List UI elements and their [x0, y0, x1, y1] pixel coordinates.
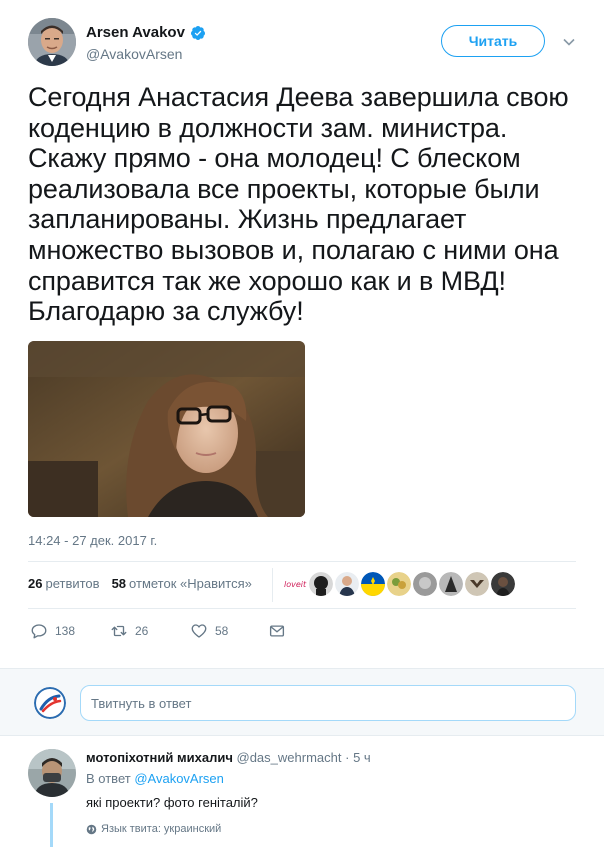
tweet-stats: 26 ретвитов 58 отметок «Нравится» — [28, 576, 252, 591]
reply-input[interactable] — [80, 685, 576, 721]
tweet-text-line: справится так же хорошо как и в МВД! — [28, 265, 506, 296]
liker-avatar[interactable] — [309, 572, 333, 596]
liker-avatar[interactable] — [361, 572, 385, 596]
tweet-text-line: запланированы. Жизнь предлагает — [28, 204, 467, 235]
stats-separator — [272, 568, 273, 602]
retweet-icon — [111, 625, 127, 637]
reply-count: 138 — [55, 624, 76, 638]
follow-button[interactable]: Читать — [441, 25, 545, 57]
liker-avatar[interactable] — [413, 572, 437, 596]
liker-avatars: loveit — [283, 572, 515, 596]
globe-icon — [86, 824, 97, 834]
tweet-text-line: реализовала все проекты, которые были — [28, 173, 540, 204]
author-avatar[interactable] — [28, 18, 76, 66]
tweet-language: Язык твита: украинский — [86, 823, 221, 835]
direct-message-button[interactable] — [268, 622, 286, 640]
tweet-language-label: Язык твита: украинский — [101, 823, 222, 835]
divider — [28, 608, 576, 609]
divider — [28, 561, 576, 562]
in-reply-prefix: В ответ — [86, 771, 131, 786]
comment-time[interactable]: 5 ч — [353, 750, 371, 765]
like-button[interactable]: 58 — [190, 622, 268, 640]
in-reply-mention[interactable]: @AvakovArsen — [134, 771, 224, 786]
likes-stat[interactable]: 58 отметок «Нравится» — [112, 576, 252, 591]
heart-icon — [191, 624, 207, 638]
commenter-handle[interactable]: @das_wehrmacht — [237, 750, 342, 765]
tweet-text-line: Сегодня Анастасия Деева завершила свою — [28, 82, 569, 112]
retweet-count: 26 — [135, 624, 149, 638]
tweet-actions: 138 26 58 — [30, 622, 286, 640]
reply-icon — [31, 624, 47, 639]
tweet-text-line: коденцию в должности зам. министра. — [28, 112, 508, 143]
liker-avatar[interactable] — [491, 572, 515, 596]
svg-text:loveit: loveit — [284, 580, 307, 589]
in-reply-to: В ответ @AvakovArsen — [86, 771, 224, 786]
author-name[interactable]: Arsen Avakov — [86, 24, 185, 41]
liker-avatar[interactable] — [335, 572, 359, 596]
reply-tweet[interactable]: мотопіхотний михалич @das_wehrmacht · 5 … — [0, 737, 604, 847]
dot-separator: · — [345, 750, 350, 765]
liker-avatar[interactable] — [465, 572, 489, 596]
liker-avatar[interactable] — [387, 572, 411, 596]
tweet-text-line: множество вызовов и, полагаю с ними она — [28, 234, 559, 265]
tweet-text-line: Скажу прямо - она молодец! С блеском — [28, 143, 521, 174]
tweet-text-line: Благодарю за службу! — [28, 296, 304, 327]
thread-line — [50, 803, 53, 847]
liker-avatar[interactable]: loveit — [283, 572, 307, 596]
reply-composer — [0, 668, 604, 736]
tweet: Arsen Avakov @AvakovArsen Читать Сегодня… — [0, 0, 604, 668]
comment-text: які проекти? фото геніталій? — [86, 795, 258, 810]
tweet-timestamp[interactable]: 14:24 - 27 дек. 2017 г. — [28, 533, 157, 548]
retweet-button[interactable]: 26 — [110, 622, 190, 640]
envelope-icon — [269, 625, 285, 637]
commenter-name[interactable]: мотопіхотний михалич — [86, 750, 233, 765]
comment-header: мотопіхотний михалич @das_wehrmacht · 5 … — [86, 750, 371, 765]
chevron-down-icon[interactable] — [562, 35, 576, 49]
reply-button[interactable]: 138 — [30, 622, 110, 640]
liker-avatar[interactable] — [439, 572, 463, 596]
verified-badge-icon — [190, 25, 205, 40]
author-handle[interactable]: @AvakovArsen — [86, 46, 182, 62]
tweet-text: Сегодня Анастасия Деева завершила свою к… — [28, 82, 576, 327]
current-user-avatar[interactable] — [34, 687, 66, 719]
commenter-avatar[interactable] — [28, 749, 76, 797]
like-count: 58 — [215, 624, 229, 638]
retweets-stat[interactable]: 26 ретвитов — [28, 576, 100, 591]
tweet-photo[interactable] — [28, 341, 305, 517]
